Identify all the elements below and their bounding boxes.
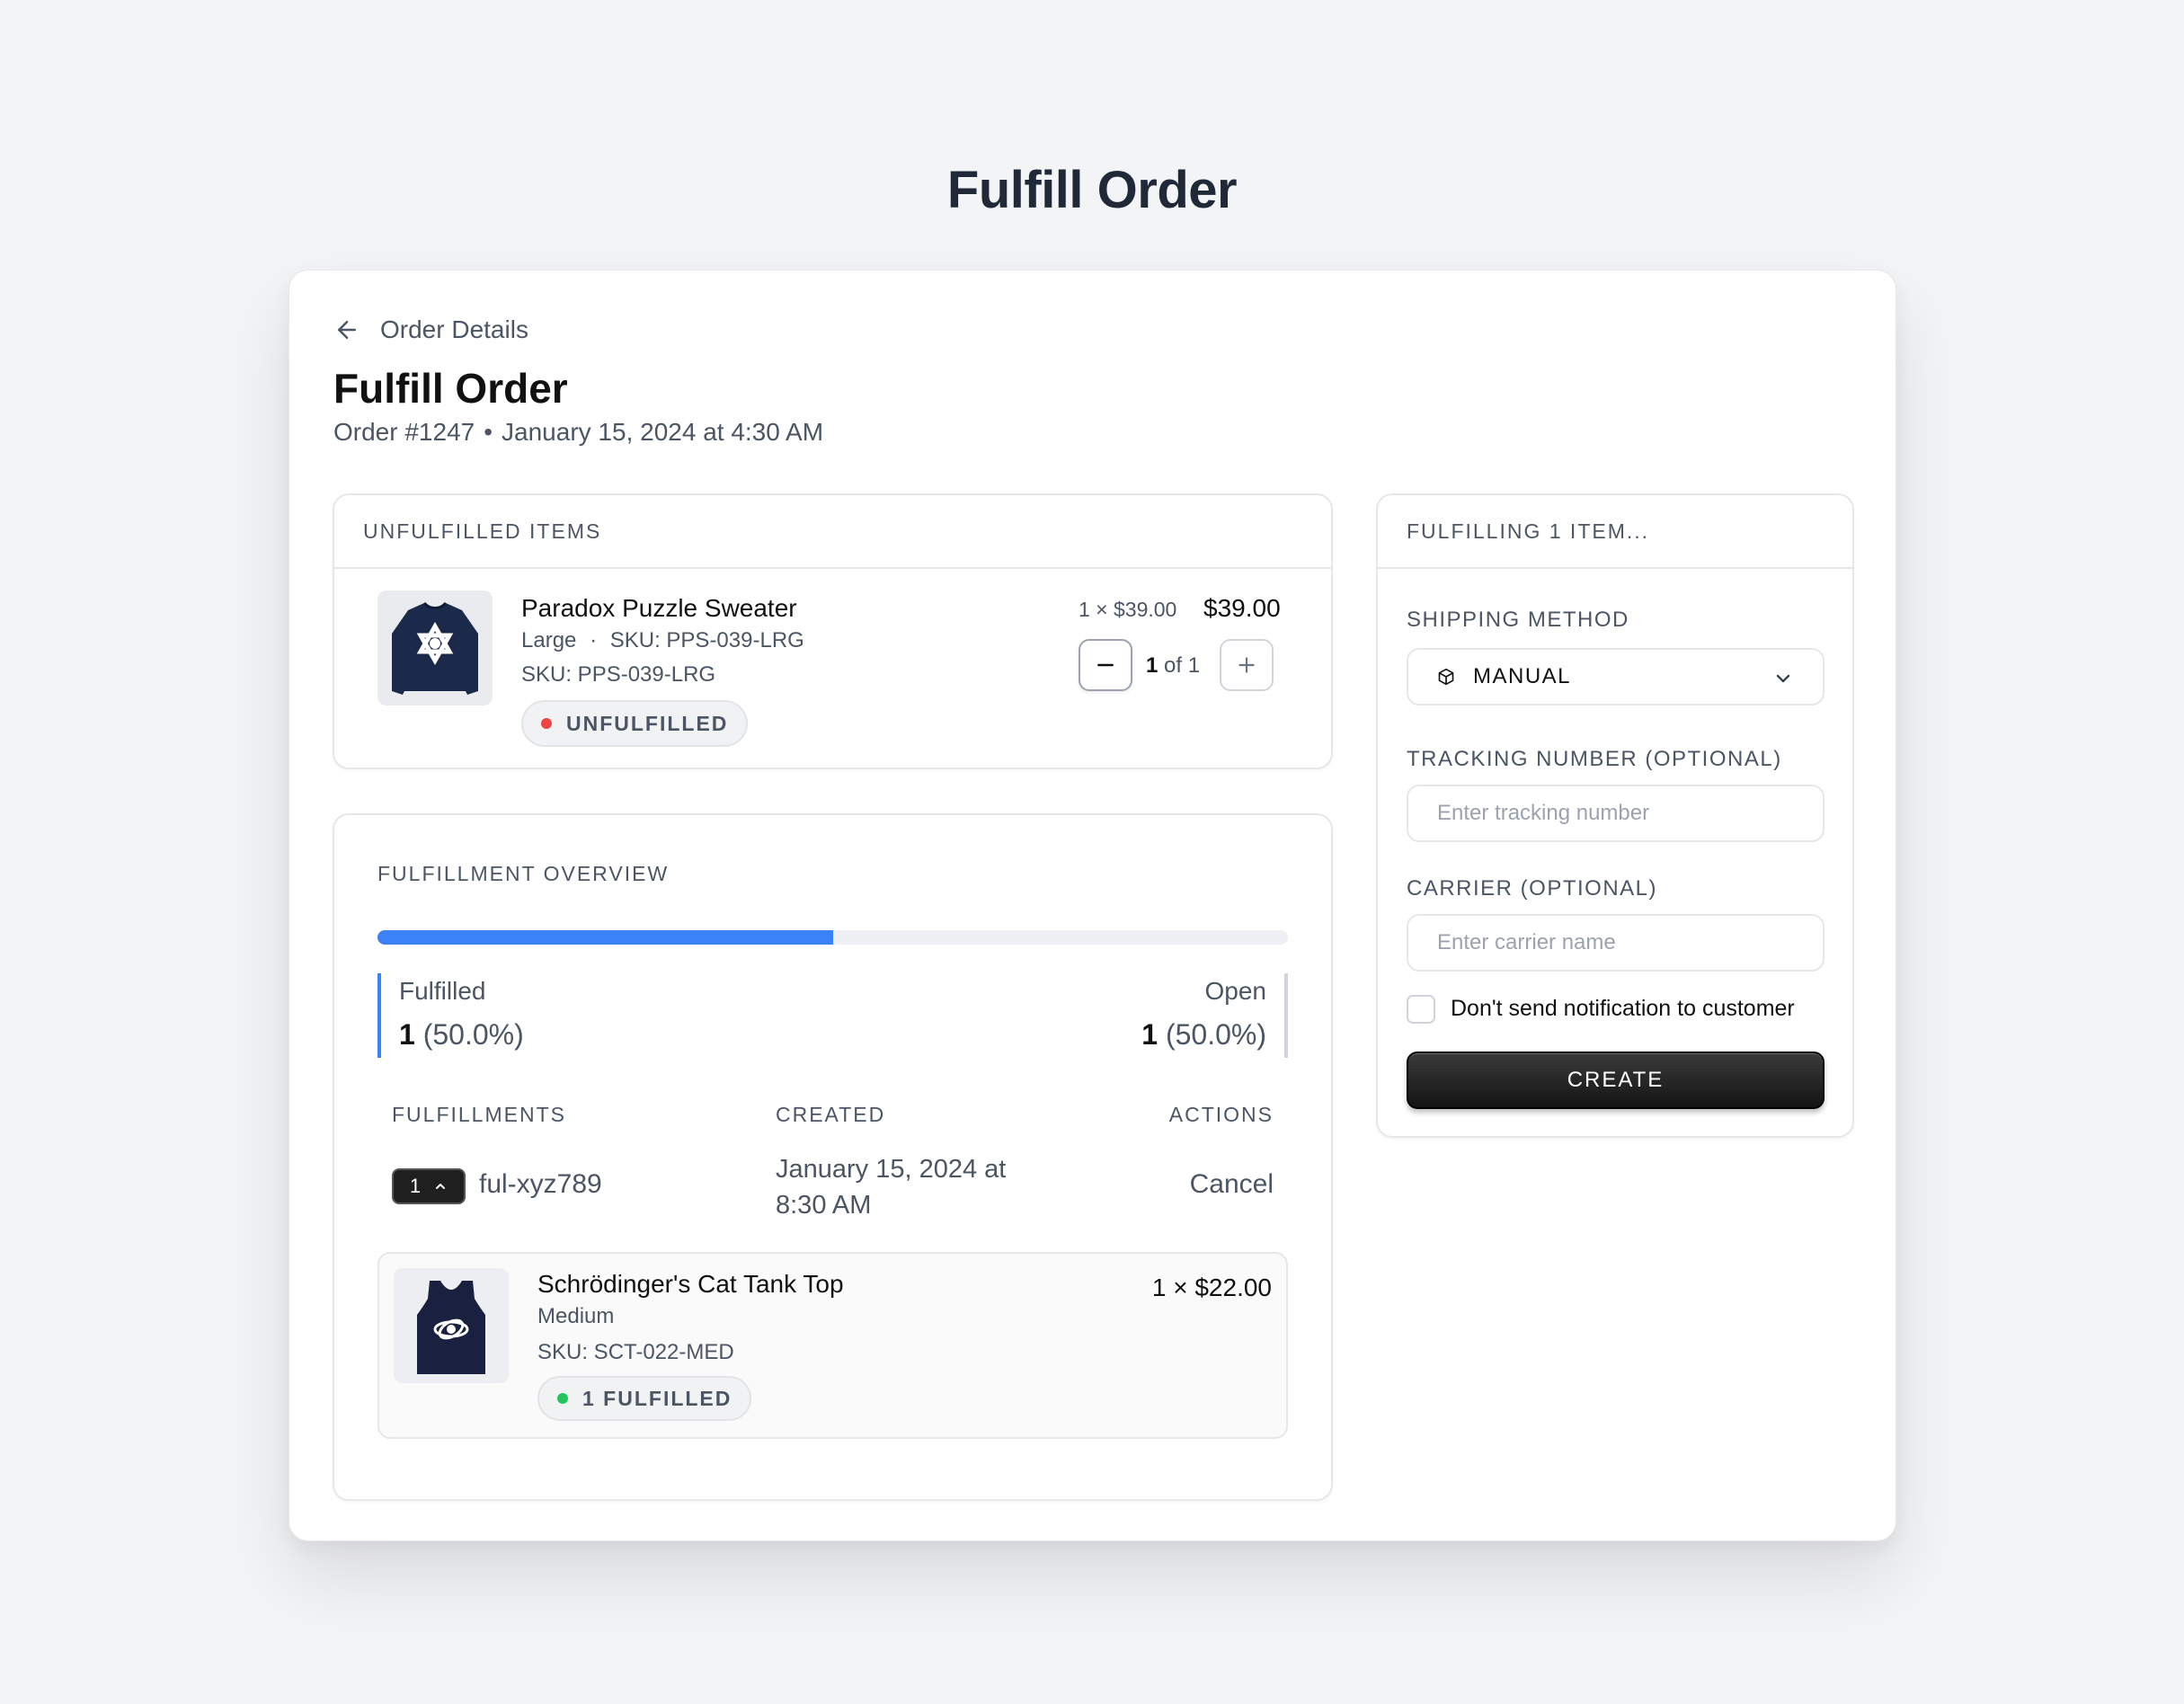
- item-total-price: $39.00: [1203, 594, 1281, 622]
- fulfillment-id: ful-xyz789: [479, 1169, 602, 1199]
- page-heading: Fulfill Order: [946, 161, 1238, 219]
- quantity-decrease-button[interactable]: [1079, 639, 1132, 691]
- chevron-down-icon: [1776, 674, 1790, 683]
- tracking-number-label: TRACKING NUMBER (OPTIONAL): [1407, 747, 1782, 771]
- fulfilled-item-row: Schrödinger's Cat Tank Top Medium SKU: S…: [377, 1252, 1288, 1439]
- arrow-left-icon: [338, 321, 356, 339]
- status-dot-red: [541, 718, 552, 729]
- fulfilled-value: 1 (50.0%): [399, 1018, 524, 1052]
- unfulfilled-items-panel: UNFULFILLED ITEMS Paradox Puzzle Sweater…: [333, 493, 1333, 769]
- status-label: UNFULFILLED: [566, 711, 729, 735]
- create-fulfillment-button[interactable]: CREATE: [1407, 1052, 1824, 1109]
- item-variant-sku: Large · SKU: PPS-039-LRG: [521, 628, 804, 653]
- quantity-selected: 1: [1146, 653, 1159, 678]
- fulfilled-label: Fulfilled: [399, 977, 486, 1005]
- fulfill-order-card: Order Details Fulfill Order Order #1247 •…: [289, 270, 1896, 1541]
- column-header-actions: ACTIONS: [1168, 1103, 1274, 1126]
- shipping-method-value: MANUAL: [1473, 664, 1572, 688]
- item-variant: Large: [521, 628, 577, 652]
- item-unit-price: 1 × $39.00: [1079, 598, 1177, 621]
- fulfilled-status-badge: 1 FULFILLED: [537, 1376, 752, 1421]
- plus-icon: [1238, 657, 1255, 673]
- fulfilled-status-label: 1 FULFILLED: [582, 1386, 732, 1410]
- fulfilled-item-price: 1 × $22.00: [1151, 1274, 1272, 1301]
- progress-fill: [377, 930, 833, 945]
- carrier-name-input[interactable]: [1407, 914, 1824, 972]
- status-dot-green: [557, 1393, 568, 1404]
- column-header-fulfillments: FULFILLMENTS: [392, 1103, 566, 1126]
- open-stat: Open 1 (50.0%): [1141, 973, 1288, 1058]
- item-sku-inline: SKU: PPS-039-LRG: [609, 628, 804, 652]
- quantity-increase-button[interactable]: [1220, 639, 1274, 691]
- card-title: Fulfill Order: [333, 365, 568, 412]
- meta-separator: •: [484, 418, 493, 446]
- fulfilled-stat: Fulfilled 1 (50.0%): [377, 973, 524, 1058]
- fulfillment-count: 1: [409, 1175, 422, 1197]
- unfulfilled-status-badge: UNFULFILLED: [521, 700, 749, 747]
- item-name: Paradox Puzzle Sweater: [521, 594, 797, 622]
- minus-icon: [1097, 663, 1114, 667]
- fulfillment-form-panel: FULFILLING 1 ITEM... SHIPPING METHOD MAN…: [1376, 493, 1854, 1138]
- fulfillment-toggle-button[interactable]: 1: [392, 1168, 466, 1204]
- fulfillment-overview-heading: FULFILLMENT OVERVIEW: [377, 862, 670, 885]
- open-label: Open: [1204, 977, 1267, 1005]
- fulfilled-item-sku: SKU: SCT-022-MED: [537, 1340, 734, 1364]
- open-value: 1 (50.0%): [1141, 1018, 1266, 1052]
- fulfilled-item-name: Schrödinger's Cat Tank Top: [537, 1270, 844, 1298]
- shipping-method-label: SHIPPING METHOD: [1407, 608, 1629, 632]
- column-header-created: CREATED: [776, 1103, 886, 1126]
- carrier-label: CARRIER (OPTIONAL): [1407, 876, 1658, 901]
- tank-top-image: [394, 1268, 509, 1383]
- fulfilled-percent: (50.0%): [422, 1018, 524, 1051]
- sweater-image: [377, 590, 493, 706]
- no-notification-checkbox[interactable]: [1407, 995, 1435, 1024]
- cancel-fulfillment-link[interactable]: Cancel: [1190, 1169, 1274, 1200]
- no-notification-label: Don't send notification to customer: [1451, 996, 1795, 1021]
- tracking-number-input[interactable]: [1407, 785, 1824, 842]
- chevron-up-icon: [436, 1184, 446, 1189]
- fulfillment-progress-bar: [377, 930, 1288, 945]
- quantity-value: 1 of 1: [1146, 653, 1200, 679]
- back-link-label: Order Details: [380, 315, 528, 343]
- fulfilled-item-variant: Medium: [537, 1304, 615, 1328]
- unfulfilled-items-heading: UNFULFILLED ITEMS: [334, 495, 1331, 569]
- item-meta-separator: ·: [590, 628, 598, 652]
- open-count: 1: [1141, 1018, 1159, 1051]
- fulfillment-created-date: January 15, 2024 at 8:30 AM: [776, 1155, 1007, 1220]
- order-meta: Order #1247 • January 15, 2024 at 4:30 AM: [333, 418, 823, 447]
- order-number: Order #1247: [333, 418, 475, 446]
- package-icon: [1438, 668, 1454, 686]
- item-sku: SKU: PPS-039-LRG: [521, 662, 716, 687]
- fulfillment-overview-panel: FULFILLMENT OVERVIEW Fulfilled 1 (50.0%)…: [333, 813, 1333, 1501]
- shipping-method-select[interactable]: MANUAL: [1407, 648, 1824, 706]
- order-date: January 15, 2024 at 4:30 AM: [502, 418, 824, 446]
- quantity-suffix: of 1: [1164, 653, 1201, 678]
- back-to-order-details-link[interactable]: Order Details: [333, 315, 528, 344]
- fulfilled-count: 1: [399, 1018, 415, 1051]
- open-percent: (50.0%): [1165, 1018, 1266, 1051]
- fulfilling-items-heading: FULFILLING 1 ITEM...: [1378, 495, 1852, 569]
